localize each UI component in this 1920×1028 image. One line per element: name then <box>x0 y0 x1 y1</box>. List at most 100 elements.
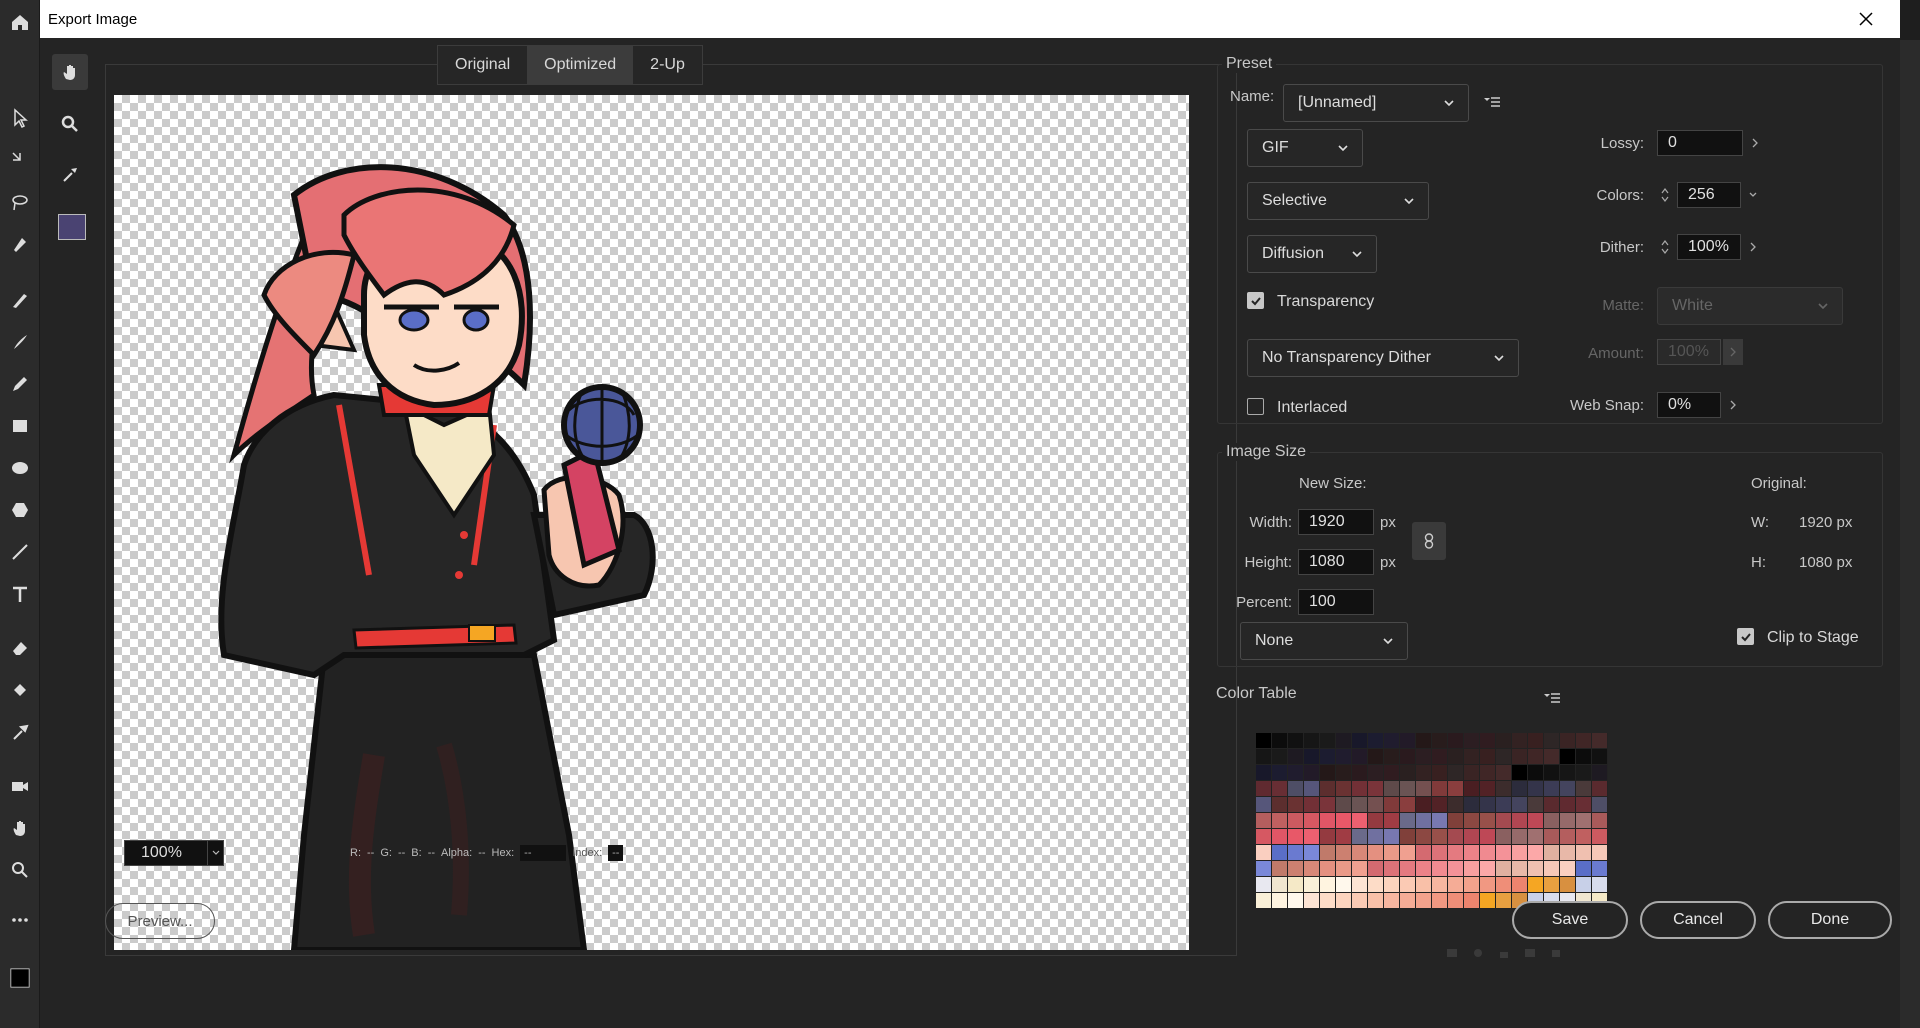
color-swatch[interactable] <box>1528 845 1544 861</box>
color-swatch[interactable] <box>1416 765 1432 781</box>
color-swatch[interactable] <box>1416 829 1432 845</box>
color-swatch[interactable] <box>1576 781 1592 797</box>
zoom-tool-icon[interactable] <box>8 858 32 882</box>
color-swatch[interactable] <box>1464 749 1480 765</box>
color-swatch[interactable] <box>1544 861 1560 877</box>
color-swatch[interactable] <box>1400 781 1416 797</box>
color-swatch[interactable] <box>1256 861 1272 877</box>
lossy-input[interactable]: 0 <box>1657 130 1743 156</box>
color-swatch[interactable] <box>1304 749 1320 765</box>
color-swatch[interactable] <box>1464 845 1480 861</box>
color-swatch[interactable] <box>1576 813 1592 829</box>
amount-slider-arrow-icon[interactable] <box>1723 339 1743 365</box>
color-swatch[interactable] <box>1512 813 1528 829</box>
color-swatch[interactable] <box>1368 797 1384 813</box>
color-swatch[interactable] <box>1544 733 1560 749</box>
dither-stepper[interactable] <box>1656 234 1674 260</box>
color-swatch[interactable] <box>1560 845 1576 861</box>
color-swatch[interactable] <box>1544 749 1560 765</box>
websnap-input[interactable]: 0% <box>1657 392 1721 418</box>
color-swatch[interactable] <box>1528 765 1544 781</box>
preview-canvas[interactable] <box>114 95 1189 950</box>
color-swatch[interactable] <box>1592 781 1608 797</box>
palette-select[interactable]: Selective <box>1247 182 1429 220</box>
color-swatch[interactable] <box>1592 829 1608 845</box>
color-swatch[interactable] <box>1416 797 1432 813</box>
more-tools-icon[interactable] <box>8 908 32 932</box>
color-swatch[interactable] <box>1512 797 1528 813</box>
color-swatch[interactable] <box>1432 781 1448 797</box>
color-swatch[interactable] <box>1464 893 1480 909</box>
close-icon[interactable] <box>1854 7 1878 31</box>
color-swatch[interactable] <box>1512 733 1528 749</box>
color-swatch[interactable] <box>1432 829 1448 845</box>
color-swatch[interactable] <box>1464 877 1480 893</box>
color-swatch[interactable] <box>1432 845 1448 861</box>
color-swatch[interactable] <box>1592 733 1608 749</box>
color-swatch[interactable] <box>1384 733 1400 749</box>
color-swatch[interactable] <box>1368 749 1384 765</box>
color-swatch[interactable] <box>1256 829 1272 845</box>
text-tool-icon[interactable] <box>8 582 32 606</box>
color-swatch[interactable] <box>1272 861 1288 877</box>
color-swatch[interactable] <box>1464 829 1480 845</box>
color-swatch[interactable] <box>1480 845 1496 861</box>
polystar-tool-icon[interactable] <box>8 498 32 522</box>
color-swatch[interactable] <box>1368 893 1384 909</box>
color-swatch[interactable] <box>1496 733 1512 749</box>
color-swatch[interactable] <box>1304 893 1320 909</box>
color-swatch[interactable] <box>1304 861 1320 877</box>
color-swatch[interactable] <box>1576 845 1592 861</box>
color-table-grid[interactable] <box>1256 733 1616 928</box>
color-swatch[interactable] <box>1480 733 1496 749</box>
color-swatch[interactable] <box>1368 829 1384 845</box>
color-swatch[interactable] <box>1352 845 1368 861</box>
color-swatch[interactable] <box>1368 765 1384 781</box>
chevron-down-icon[interactable] <box>207 841 223 865</box>
color-swatch[interactable] <box>1320 877 1336 893</box>
color-swatch[interactable] <box>1256 877 1272 893</box>
eraser-tool-icon[interactable] <box>8 636 32 660</box>
link-icon[interactable] <box>1412 522 1446 560</box>
oval-tool-icon[interactable] <box>8 456 32 480</box>
color-swatch[interactable] <box>1256 733 1272 749</box>
color-swatch[interactable] <box>1352 829 1368 845</box>
color-swatch[interactable] <box>1464 765 1480 781</box>
color-swatch[interactable] <box>1304 797 1320 813</box>
tab-2-up[interactable]: 2-Up <box>633 46 702 84</box>
color-swatch[interactable] <box>1544 877 1560 893</box>
color-swatch[interactable] <box>1448 845 1464 861</box>
color-swatch[interactable] <box>1288 733 1304 749</box>
color-swatch[interactable] <box>1480 781 1496 797</box>
color-swatch[interactable] <box>1544 797 1560 813</box>
color-swatch[interactable] <box>1320 861 1336 877</box>
color-swatch[interactable] <box>1320 797 1336 813</box>
color-swatch[interactable] <box>1336 733 1352 749</box>
color-swatch[interactable] <box>1480 893 1496 909</box>
color-swatch[interactable] <box>1384 781 1400 797</box>
color-swatch[interactable] <box>1560 749 1576 765</box>
home-icon[interactable] <box>8 10 32 34</box>
color-swatch[interactable] <box>1400 797 1416 813</box>
color-swatch[interactable] <box>1272 797 1288 813</box>
color-swatch[interactable] <box>1304 781 1320 797</box>
color-swatch[interactable] <box>1544 813 1560 829</box>
color-swatch[interactable] <box>1352 813 1368 829</box>
color-swatch[interactable] <box>1288 797 1304 813</box>
interlaced-checkbox[interactable] <box>1247 398 1264 415</box>
color-swatch[interactable] <box>1384 813 1400 829</box>
color-swatch[interactable] <box>1496 877 1512 893</box>
color-swatch[interactable] <box>1384 797 1400 813</box>
height-input[interactable]: 1080 <box>1298 549 1374 575</box>
color-swatch[interactable] <box>1272 749 1288 765</box>
hand-tool-icon[interactable] <box>52 54 88 90</box>
pencil-tool-icon[interactable] <box>8 372 32 396</box>
color-swatch[interactable] <box>1592 797 1608 813</box>
eyedropper-tool-icon[interactable] <box>8 720 32 744</box>
color-swatch[interactable] <box>1336 749 1352 765</box>
color-swatch[interactable] <box>1352 765 1368 781</box>
color-swatch[interactable] <box>1272 893 1288 909</box>
color-swatch[interactable] <box>1432 861 1448 877</box>
camera-tool-icon[interactable] <box>8 774 32 798</box>
color-swatch[interactable] <box>1352 749 1368 765</box>
